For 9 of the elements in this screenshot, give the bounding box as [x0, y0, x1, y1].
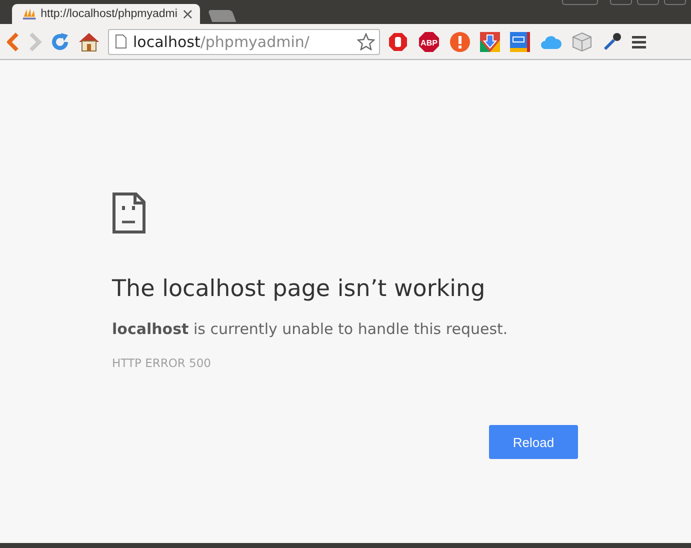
error-heading: The localhost page isn’t working — [112, 276, 486, 302]
reload-button[interactable]: Reload — [489, 425, 578, 459]
adblock-icon[interactable]: ABP — [418, 30, 440, 52]
error-code: HTTP ERROR 500 — [112, 356, 212, 370]
close-tab-button[interactable]: × — [181, 5, 194, 23]
browser-tab[interactable]: http://localhost/phpmyadmi × — [12, 4, 200, 24]
tab-title: http://localhost/phpmyadmi — [40, 8, 178, 20]
error-message: localhost is currently unable to handle this request. — [112, 320, 509, 338]
address-field[interactable]: localhost/phpmyadmin/ — [108, 28, 380, 54]
